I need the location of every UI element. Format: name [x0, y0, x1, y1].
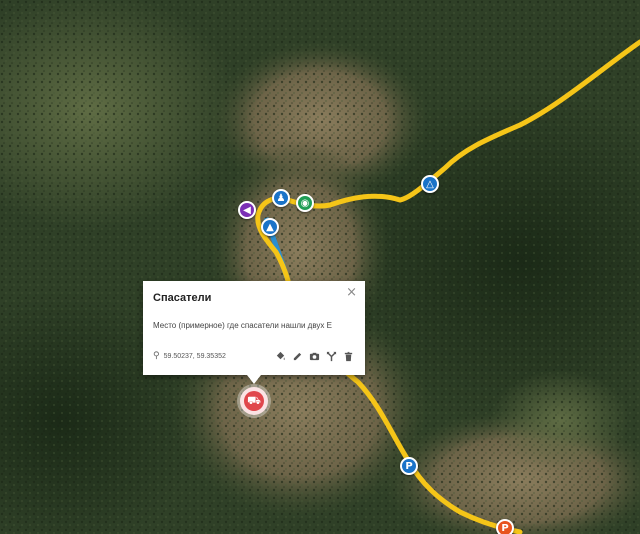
selected-rescue-marker[interactable]: ⛟ [240, 387, 268, 415]
popup-footer: ⚲ 59.50237, 59.35352 [153, 349, 355, 363]
camp-tent-icon: △ [426, 178, 434, 190]
mountain-icon: ▲ [266, 221, 274, 233]
photo-marker[interactable]: ◉ [296, 194, 314, 212]
location-pin-icon: ⚲ [153, 351, 160, 361]
megaphone-marker[interactable]: ◀ [238, 201, 256, 219]
camp-marker[interactable]: △ [421, 175, 439, 193]
popup-description: Место (примерное) где спасатели нашли дв… [153, 321, 332, 330]
parking-marker-orange[interactable]: P [496, 519, 514, 534]
hiker-icon: ♟ [276, 192, 286, 204]
directions-icon[interactable] [324, 349, 338, 363]
parking-icon: P [405, 460, 413, 472]
hiker-marker[interactable]: ♟ [272, 189, 290, 207]
parking-marker[interactable]: P [400, 457, 418, 475]
trash-icon[interactable] [341, 349, 355, 363]
close-icon[interactable]: × [346, 285, 357, 300]
camera-icon: ◉ [300, 197, 310, 209]
camera-icon[interactable] [307, 349, 321, 363]
coordinates-text: 59.50237, 59.35352 [163, 352, 226, 360]
info-popup: × Спасатели Место (примерное) где спасат… [143, 281, 365, 375]
parking-icon: P [501, 522, 509, 534]
popup-title: Спасатели [153, 292, 212, 304]
pencil-icon[interactable] [290, 349, 304, 363]
paint-bucket-icon[interactable] [273, 349, 287, 363]
rescue-vehicle-icon: ⛟ [247, 393, 261, 407]
satellite-imagery [0, 0, 640, 534]
popup-pointer [247, 375, 261, 384]
satellite-map[interactable]: ♟ ◉ ◀ ▲ △ P P ⛟ × Спасатели Место (приме… [0, 0, 640, 534]
mountain-marker[interactable]: ▲ [261, 218, 279, 236]
megaphone-icon: ◀ [243, 204, 251, 216]
